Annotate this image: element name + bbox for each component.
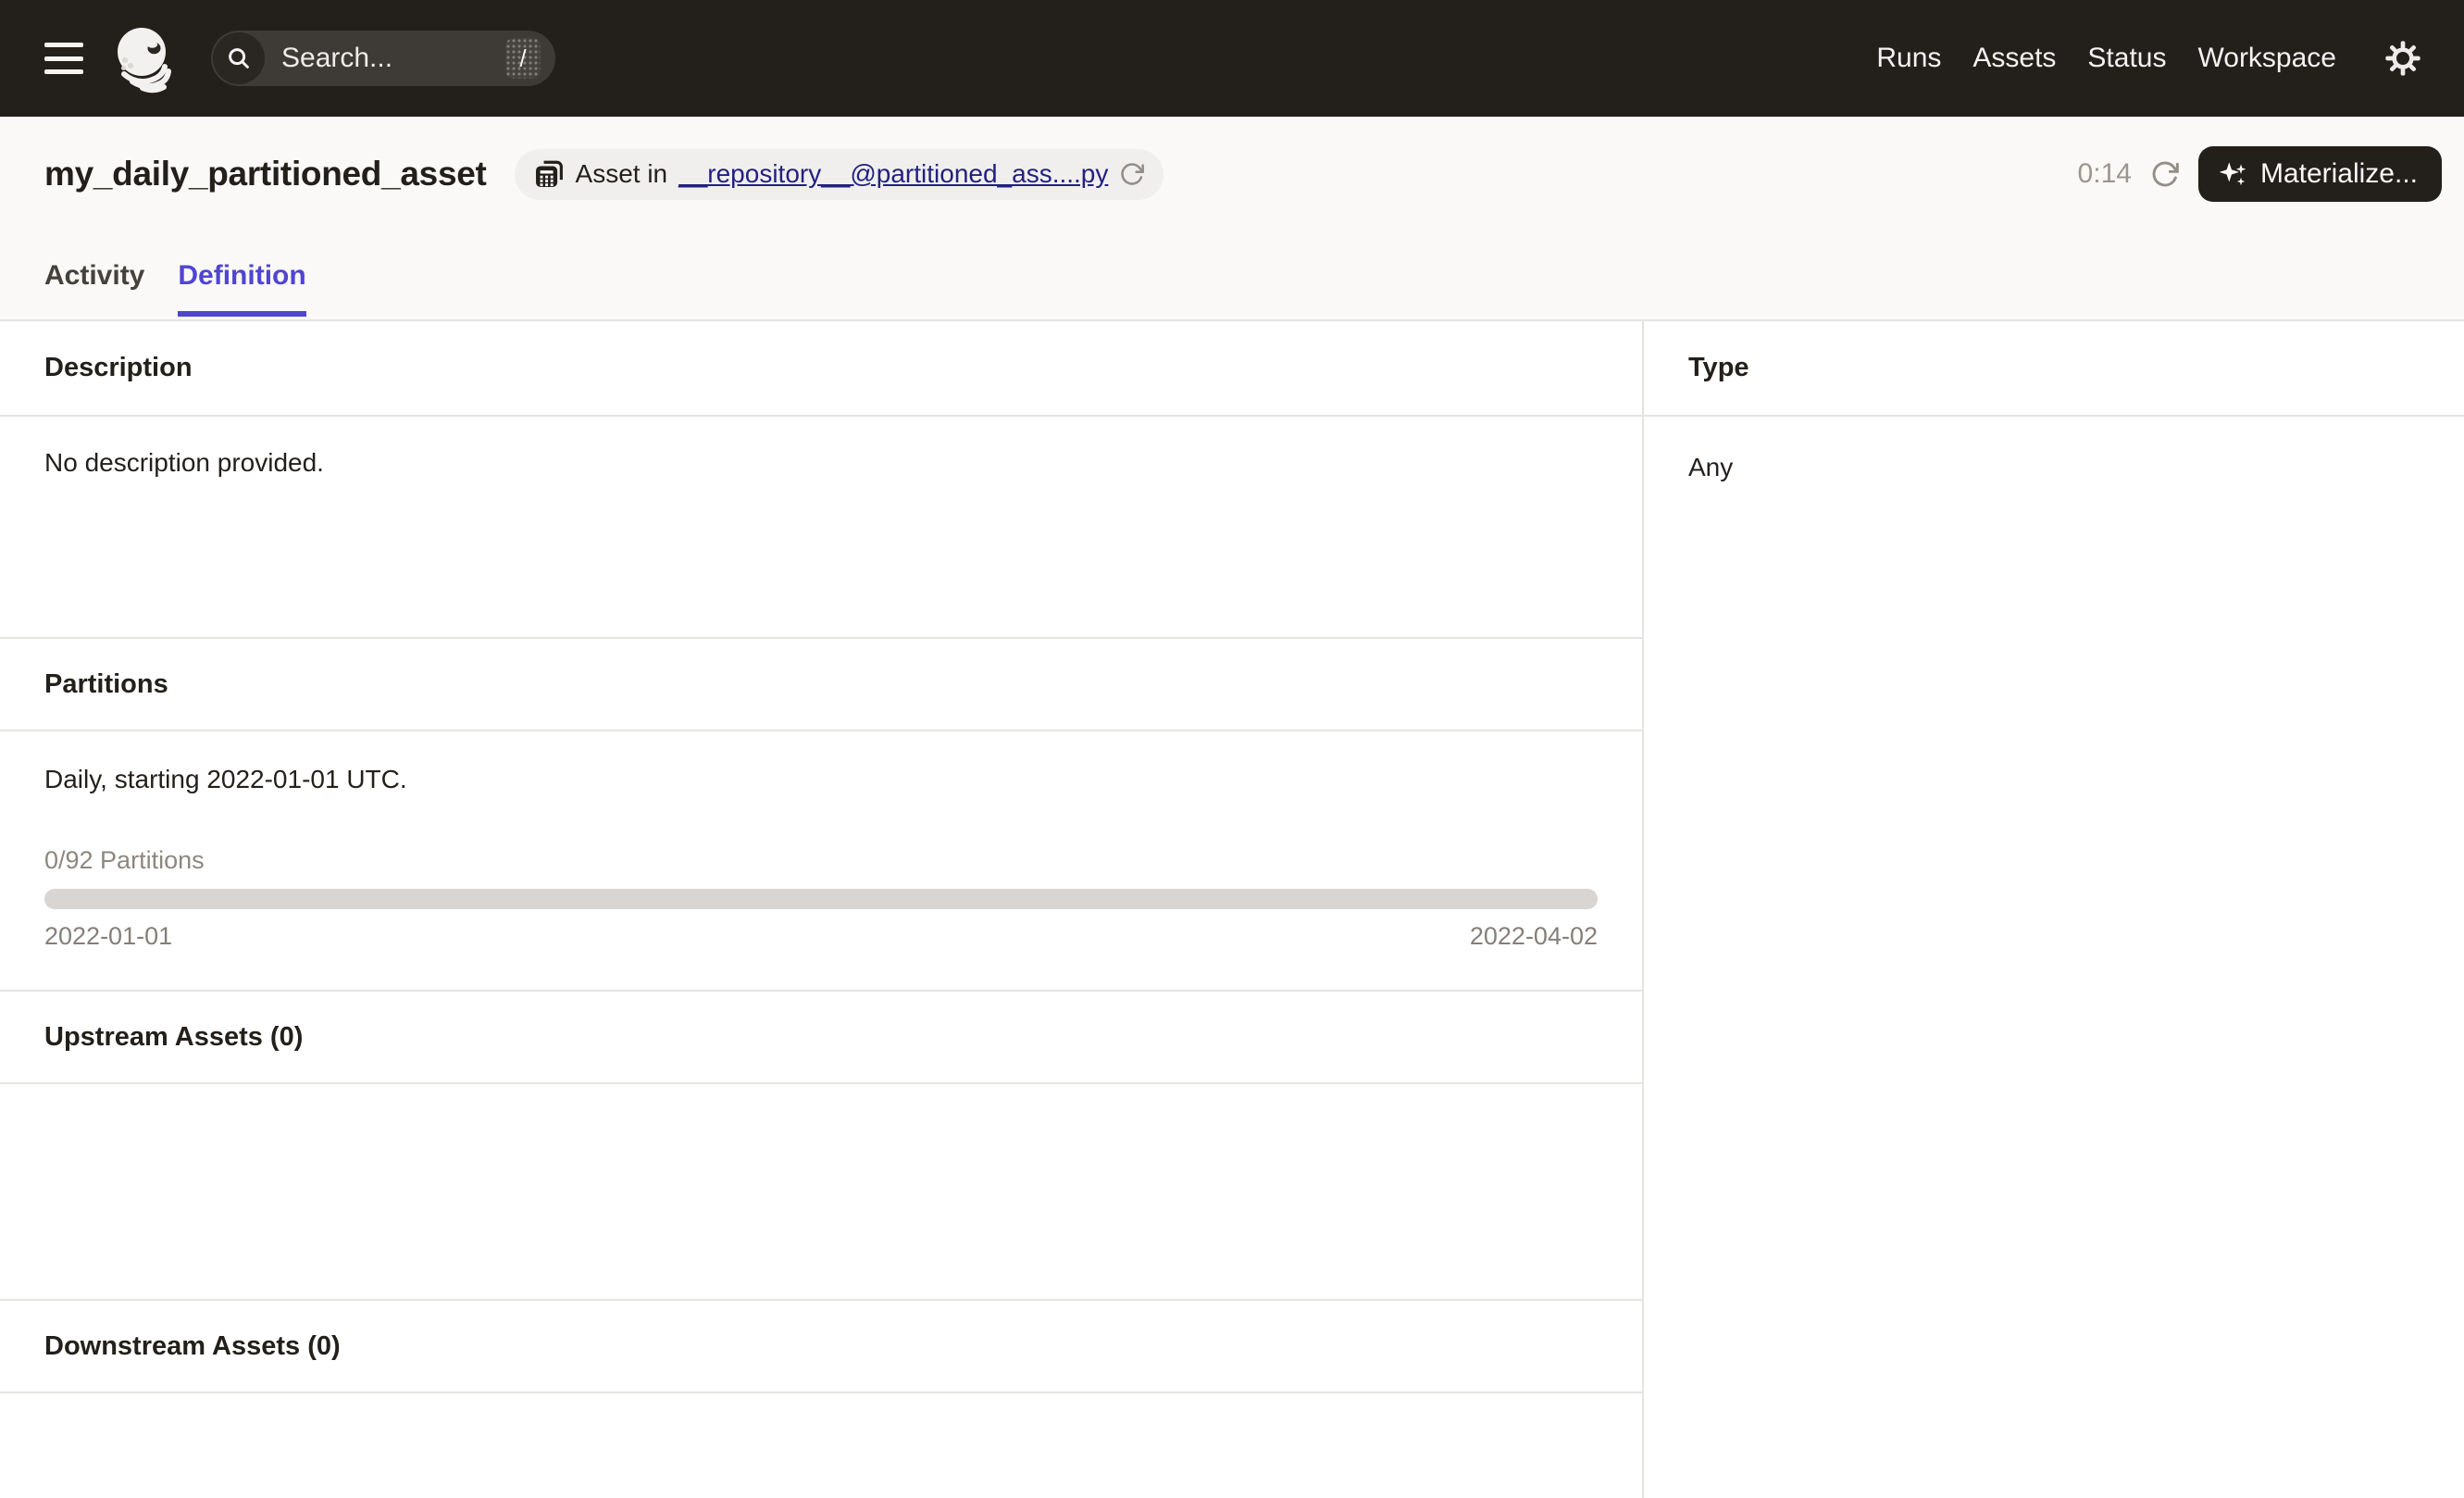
- dagster-logo: [111, 23, 180, 94]
- search-icon: [213, 32, 265, 84]
- tab-activity[interactable]: Activity: [44, 231, 144, 319]
- partitions-summary: Daily, starting 2022-01-01 UTC.: [44, 765, 407, 793]
- nav-link-workspace[interactable]: Workspace: [2197, 43, 2336, 74]
- type-value: Any: [1688, 453, 1734, 481]
- nav-link-assets[interactable]: Assets: [1972, 43, 2056, 74]
- partitions-section-header: Partitions: [0, 637, 1642, 731]
- downstream-assets-section-header: Downstream Assets (0): [0, 1299, 1642, 1393]
- sparkle-icon: [2219, 162, 2246, 186]
- top-nav-links: Runs Assets Status Workspace: [1876, 43, 2336, 74]
- nav-link-runs[interactable]: Runs: [1876, 43, 1941, 74]
- title-bar-actions: 0:14 Materialize...: [2078, 146, 2442, 202]
- definition-content: Description No description provided. Par…: [0, 319, 2464, 1498]
- materialize-button-label: Materialize...: [2259, 158, 2418, 189]
- top-nav-bar: / Runs Assets Status Workspace: [0, 0, 2464, 117]
- asset-location-link[interactable]: __repository__@partitioned_ass....py: [678, 159, 1108, 189]
- description-text: No description provided.: [44, 448, 324, 477]
- search-input[interactable]: [281, 43, 505, 74]
- reload-location-button[interactable]: [1119, 161, 1145, 187]
- page-title: my_daily_partitioned_asset: [44, 155, 487, 193]
- right-column: Type Any: [1642, 321, 2464, 1498]
- upstream-assets-section-header: Upstream Assets (0): [0, 990, 1642, 1084]
- partitions-progress-label: 0/92 Partitions: [44, 846, 205, 874]
- refresh-countdown: 0:14: [2077, 158, 2132, 189]
- title-bar: my_daily_partitioned_asset Asset in __re…: [0, 117, 2464, 231]
- dagster-octopus-icon: [118, 28, 171, 94]
- partitions-section-body: Daily, starting 2022-01-01 UTC. 0/92 Par…: [0, 731, 1642, 990]
- gear-icon: [2385, 41, 2420, 76]
- slash-shortcut-key: /: [505, 38, 541, 79]
- asset-location-prefix: Asset in: [575, 159, 668, 188]
- partitions-progress-bar: [44, 889, 1598, 909]
- menu-button[interactable]: [44, 43, 83, 74]
- dagster-app: / Runs Assets Status Workspace: [0, 0, 2464, 1498]
- type-section-body: Any: [1644, 417, 2464, 482]
- reload-icon: [1121, 163, 1145, 185]
- left-column: Description No description provided. Par…: [0, 321, 1642, 1498]
- search-input-wrapper[interactable]: /: [211, 31, 555, 86]
- settings-button[interactable]: [2384, 40, 2421, 77]
- partitions-range-end: 2022-04-02: [1469, 922, 1598, 950]
- repository-icon: [535, 160, 563, 187]
- type-section-header: Type: [1644, 321, 2464, 417]
- refresh-icon: [2152, 161, 2179, 187]
- partitions-range-start: 2022-01-01: [44, 922, 173, 950]
- asset-location-badge: Asset in __repository__@partitioned_ass.…: [514, 148, 1164, 200]
- tab-bar: Activity Definition: [0, 231, 2464, 319]
- partitions-range: 2022-01-01 2022-04-02: [44, 922, 1598, 951]
- description-section-header: Description: [0, 321, 1642, 417]
- refresh-button[interactable]: [2150, 159, 2180, 189]
- materialize-button[interactable]: Materialize...: [2197, 146, 2442, 202]
- description-section-body: No description provided.: [0, 417, 1642, 637]
- tab-definition[interactable]: Definition: [178, 231, 307, 319]
- upstream-assets-section-body: [0, 1084, 1642, 1299]
- nav-link-status[interactable]: Status: [2087, 43, 2166, 74]
